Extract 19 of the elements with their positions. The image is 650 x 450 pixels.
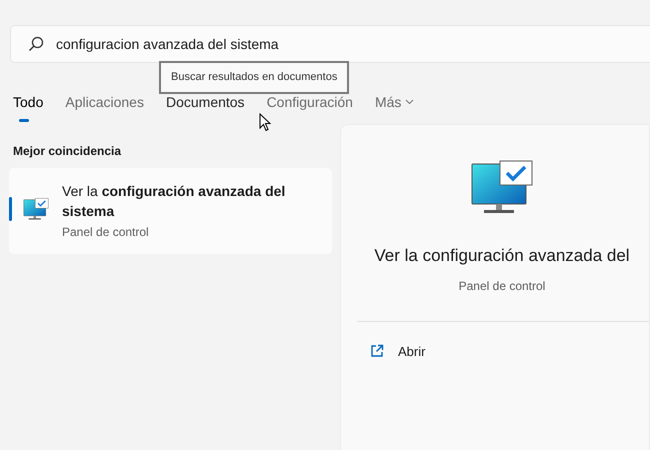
filter-tab[interactable]: Todo bbox=[13, 90, 44, 122]
detail-title: Ver la configuración avanzada del bbox=[374, 245, 630, 268]
result-subtitle: Panel de control bbox=[62, 224, 150, 241]
filter-tab[interactable]: Más bbox=[374, 90, 414, 122]
section-heading: Mejor coincidencia bbox=[12, 143, 122, 160]
monitor-icon bbox=[23, 198, 49, 220]
action-item[interactable]: Abrir bbox=[355, 342, 649, 362]
result-title: Ver la configuración avanzada del sistema bbox=[62, 182, 286, 221]
search-field[interactable]: configuracion avanzada del sistema bbox=[56, 34, 556, 54]
monitor-large-icon bbox=[470, 160, 534, 216]
result-card[interactable]: Ver la configuración avanzada del sistema Panel de control bbox=[9, 168, 332, 254]
filter-tab[interactable]: Aplicaciones bbox=[65, 90, 144, 122]
detail-subtitle: Panel de control bbox=[458, 278, 546, 295]
chevron-down-icon bbox=[405, 99, 414, 105]
search-icon bbox=[28, 36, 44, 52]
mouse-cursor-icon bbox=[259, 113, 271, 132]
external-link-icon bbox=[370, 344, 384, 358]
search-box[interactable]: configuracion avanzada del sistema bbox=[10, 25, 650, 63]
tooltip: Buscar resultados en documentos bbox=[159, 61, 350, 94]
